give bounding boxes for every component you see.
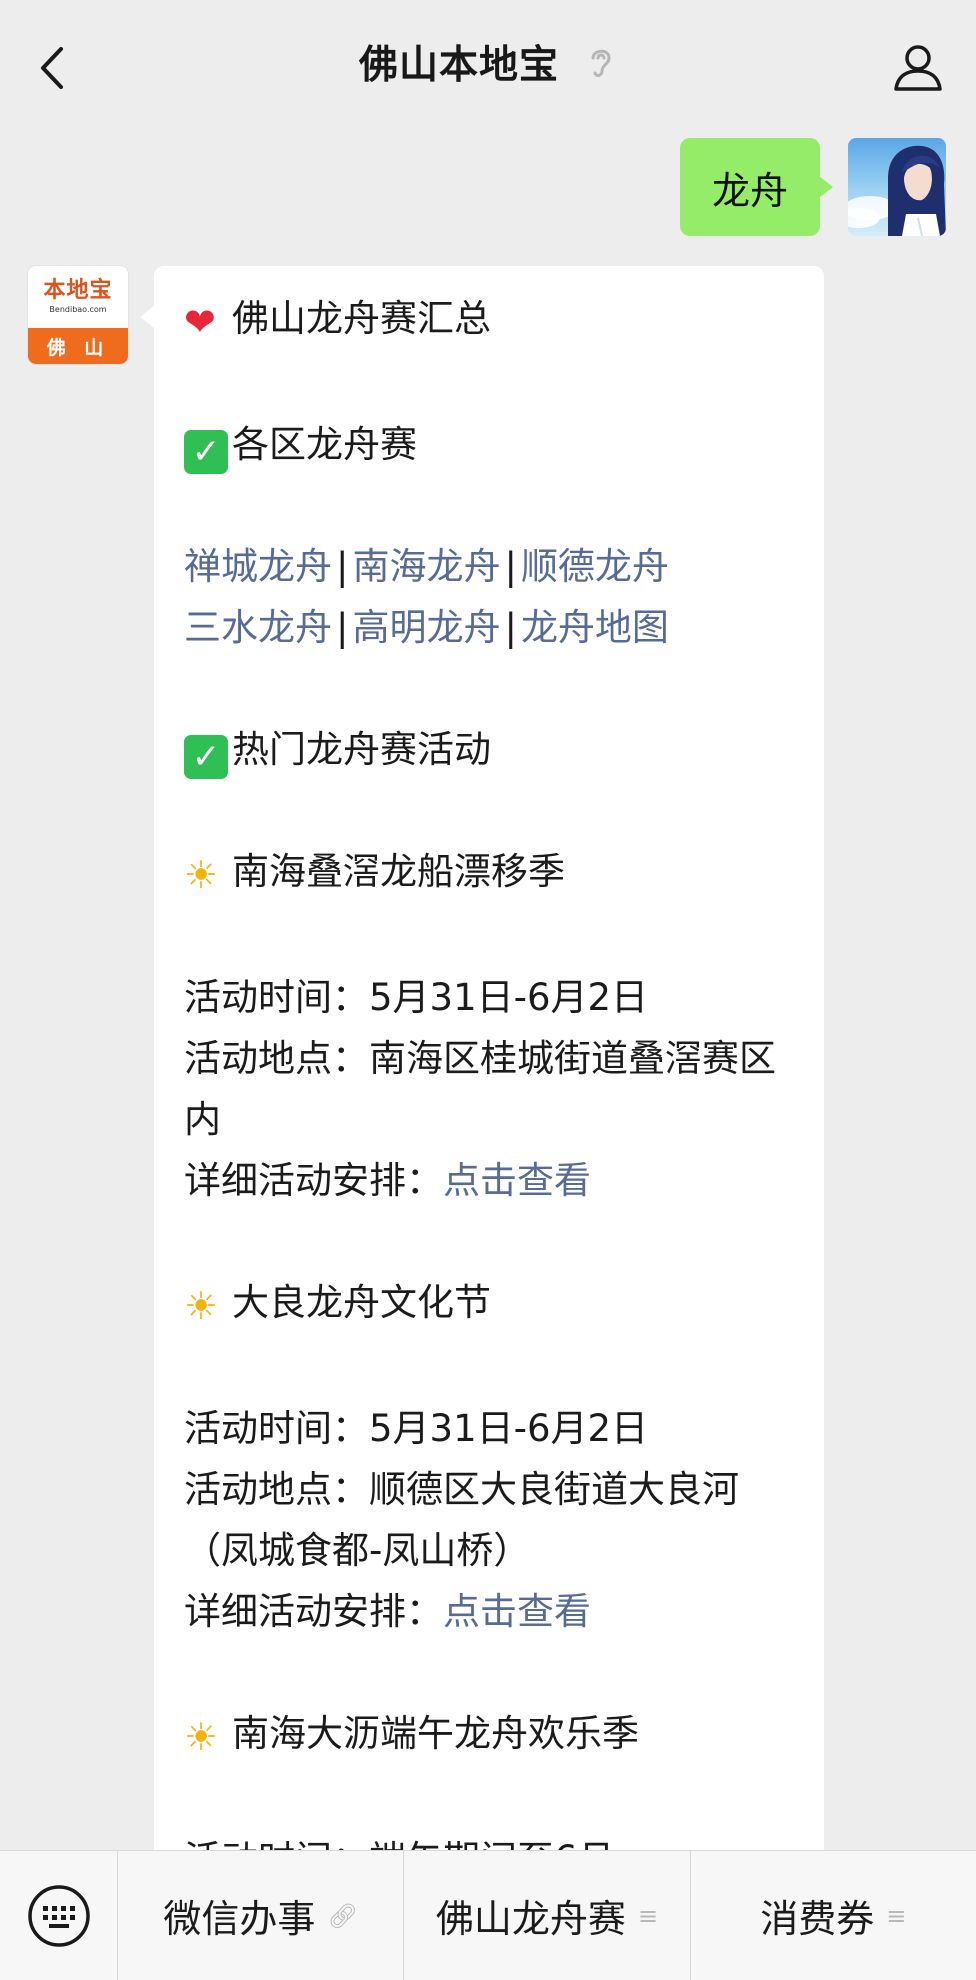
page-title: 佛山本地宝: [358, 43, 559, 88]
link-gaoming-dragon-boat[interactable]: 高明龙舟: [352, 606, 500, 649]
logo-domain: Bendibao.com: [49, 305, 107, 314]
ear-icon: [587, 44, 617, 80]
summary-heading: ❤ 佛山龙舟赛汇总: [184, 288, 794, 353]
title-group: 佛山本地宝: [359, 34, 617, 90]
link-sanshui-dragon-boat[interactable]: 三水龙舟: [184, 606, 332, 649]
event-time: 活动时间：5月31日-6月2日: [184, 1407, 649, 1450]
official-account-avatar[interactable]: 本地宝 Bendibao.com 佛 山: [28, 266, 128, 364]
person-icon: [894, 45, 942, 91]
incoming-message-bubble: ❤ 佛山龙舟赛汇总 ✓ 各区龙舟赛 禅城龙舟 | 南海龙舟 | 顺德龙舟 三水龙舟 | 高明龙舟…: [140, 266, 824, 1980]
keyboard-toggle-button[interactable]: [0, 1850, 118, 1980]
district-heading: ✓ 各区龙舟赛: [184, 414, 794, 475]
menu-wechat-services[interactable]: 微信办事 🔗︎: [118, 1851, 403, 1980]
check-mark-icon: ✓: [184, 430, 228, 474]
event-place: 活动地点：南海区桂城街道叠滘赛区内: [184, 1037, 776, 1141]
chat-page: 佛山本地宝 龙舟 本地宝 Bendibao.com 佛 山 ❤ 佛山龙舟赛汇总 …: [0, 0, 976, 1980]
menu-consumption-vouchers[interactable]: 消费券 ≡: [689, 1850, 976, 1980]
list-icon: ≡: [637, 1901, 659, 1930]
event-title: ☀ 南海叠滘龙船漂移季: [184, 841, 794, 906]
link-icon: 🔗︎: [327, 1901, 358, 1930]
back-button[interactable]: [22, 38, 82, 98]
link-dragon-boat-map[interactable]: 龙舟地图: [521, 606, 669, 649]
event-detail: 详细活动安排：点击查看: [184, 1159, 591, 1202]
check-mark-icon: ✓: [184, 735, 228, 779]
hot-events-heading: ✓ 热门龙舟赛活动: [184, 719, 794, 780]
district-links-row: 三水龙舟 | 高明龙舟 | 龙舟地图: [184, 606, 669, 649]
top-navigation-bar: 佛山本地宝: [0, 0, 976, 130]
keyboard-icon: [27, 1884, 90, 1947]
bendibao-logo: 本地宝 Bendibao.com: [28, 266, 128, 328]
logo-text: 本地宝: [43, 278, 113, 303]
event-title: ☀ 大良龙舟文化节: [184, 1272, 794, 1337]
link-chancheng-dragon-boat[interactable]: 禅城龙舟: [184, 545, 332, 588]
view-details-link[interactable]: 点击查看: [443, 1590, 591, 1633]
sun-icon: ☀: [184, 853, 219, 897]
event-time: 活动时间：5月31日-6月2日: [184, 976, 649, 1019]
logo-city: 佛 山: [28, 328, 128, 364]
list-icon: ≡: [886, 1901, 907, 1930]
view-details-link[interactable]: 点击查看: [443, 1159, 591, 1202]
user-avatar[interactable]: [848, 138, 946, 236]
event-place: 活动地点：顺德区大良街道大良河（凤城食都-凤山桥）: [184, 1468, 739, 1572]
district-links-row: 禅城龙舟 | 南海龙舟 | 顺德龙舟: [184, 545, 669, 588]
profile-button[interactable]: [882, 36, 954, 100]
outgoing-message-row: 龙舟: [680, 138, 946, 236]
event-detail: 详细活动安排：点击查看: [184, 1590, 591, 1633]
anime-girl-avatar-image: [848, 145, 946, 236]
outgoing-message-bubble[interactable]: 龙舟: [680, 138, 833, 236]
bottom-menu-bar: 微信办事 🔗︎ 佛山龙舟赛 ≡ 消费券 ≡: [0, 1850, 976, 1980]
link-shunde-dragon-boat[interactable]: 顺德龙舟: [521, 545, 669, 588]
link-nanhai-dragon-boat[interactable]: 南海龙舟: [352, 545, 500, 588]
menu-foshan-dragon-boat[interactable]: 佛山龙舟赛 ≡: [403, 1850, 689, 1980]
sun-icon: ☀: [184, 1715, 219, 1759]
chevron-left-icon: [41, 47, 63, 89]
message-content: ❤ 佛山龙舟赛汇总 ✓ 各区龙舟赛 禅城龙舟 | 南海龙舟 | 顺德龙舟 三水龙舟 | 高明龙舟…: [184, 288, 794, 1890]
sun-icon: ☀: [184, 1284, 219, 1328]
event-title: ☀ 南海大沥端午龙舟欢乐季: [184, 1703, 794, 1768]
heart-icon: ❤: [184, 300, 216, 344]
